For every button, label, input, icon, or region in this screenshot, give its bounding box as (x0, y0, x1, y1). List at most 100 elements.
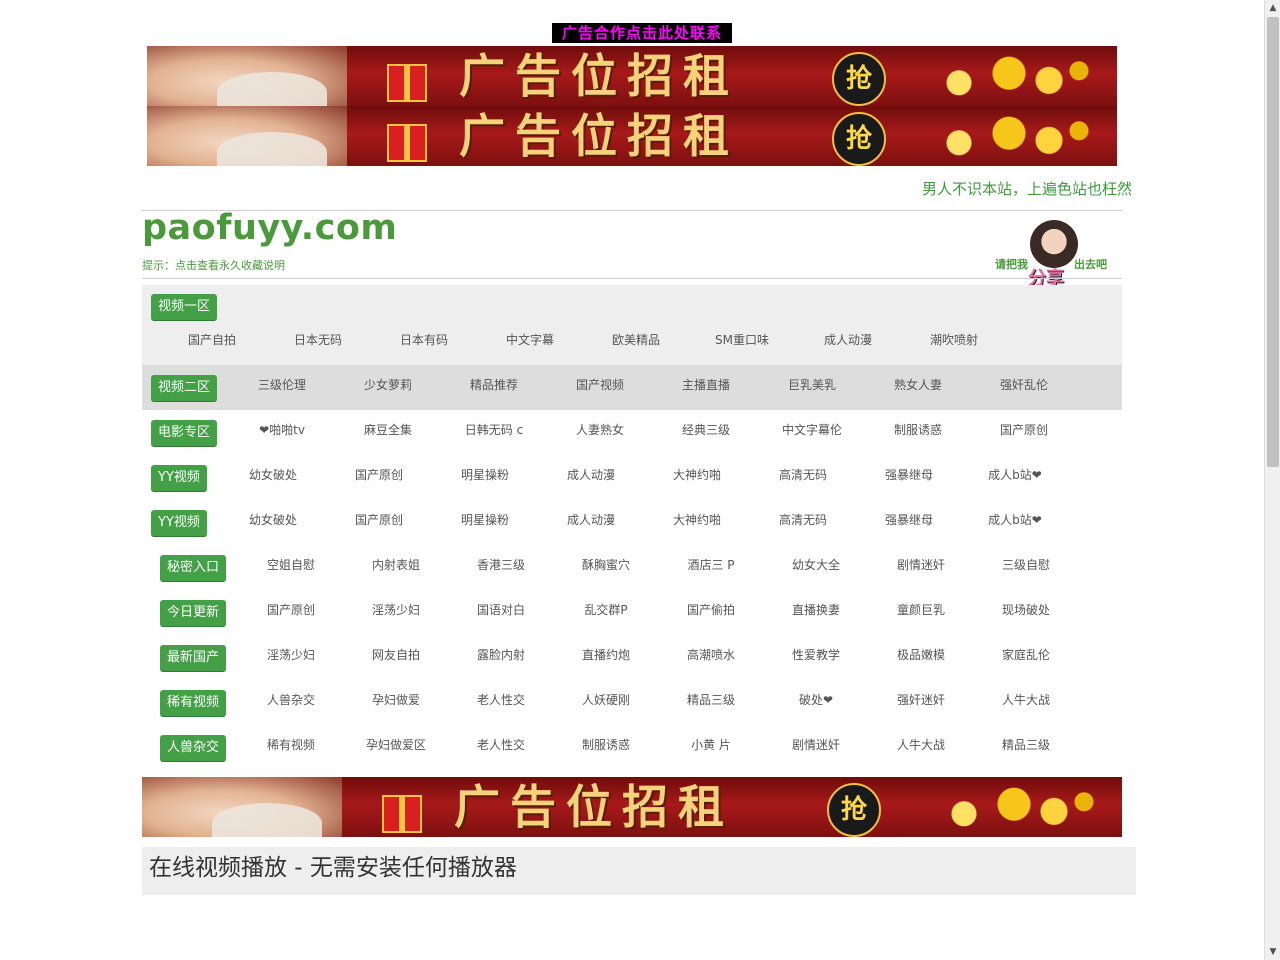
nav-link[interactable]: 人妖硬刚 (553, 690, 659, 710)
nav-link[interactable]: 少女萝莉 (335, 375, 441, 395)
nav-link[interactable]: 精品推荐 (441, 375, 547, 395)
nav-link[interactable]: 人牛大战 (868, 735, 974, 755)
nav-link[interactable]: 强暴继母 (856, 510, 962, 530)
nav-link[interactable]: 经典三级 (653, 420, 759, 440)
nav-link[interactable]: 国产原创 (971, 420, 1077, 440)
nav-link[interactable]: 欧美精品 (583, 330, 689, 350)
ad-banner-3[interactable]: 广告位招租 抢 (142, 777, 1122, 837)
ad-banner-1[interactable]: 广告位招租 抢 (147, 46, 1117, 106)
scrollbar-thumb[interactable] (1267, 17, 1279, 467)
nav-link[interactable]: 强暴继母 (856, 465, 962, 485)
nav-link[interactable]: 孕妇做爱区 (343, 735, 449, 755)
nav-link[interactable]: 制服诱惑 (865, 420, 971, 440)
category-button[interactable]: 视频一区 (151, 294, 218, 321)
nav-link[interactable]: 强奸乱伦 (971, 375, 1077, 395)
nav-link[interactable]: 老人性交 (448, 690, 554, 710)
nav-link[interactable]: 明星操粉 (432, 465, 538, 485)
nav-link[interactable]: 中文字幕 (477, 330, 583, 350)
nav-link[interactable]: 日本无码 (265, 330, 371, 350)
bookmark-tip-link[interactable]: 提示：点击查看永久收藏说明 (142, 257, 285, 273)
category-button[interactable]: YY视频 (151, 510, 207, 537)
nav-link[interactable]: 国产原创 (326, 465, 432, 485)
nav-link[interactable]: 人兽杂交 (238, 690, 344, 710)
nav-link[interactable]: 潮吹喷射 (901, 330, 1007, 350)
category-button[interactable]: 今日更新 (160, 600, 227, 627)
category-button[interactable]: 人兽杂交 (160, 735, 227, 762)
nav-link[interactable]: 三级伦理 (229, 375, 335, 395)
nav-link[interactable]: 明星操粉 (432, 510, 538, 530)
category-button[interactable]: 视频二区 (151, 375, 218, 402)
nav-link[interactable]: 强奸迷奸 (868, 690, 974, 710)
share-widget[interactable]: 请把我 出去吧 分享 (992, 220, 1122, 289)
nav-link[interactable]: 香港三级 (448, 555, 554, 575)
nav-link[interactable]: 老人性交 (448, 735, 554, 755)
category-button[interactable]: 秘密入口 (160, 555, 227, 582)
nav-link[interactable]: 内射表姐 (343, 555, 449, 575)
nav-link[interactable]: 精品三级 (973, 735, 1079, 755)
nav-link[interactable]: 成人动漫 (538, 510, 644, 530)
nav-link[interactable]: 国产自拍 (159, 330, 265, 350)
nav-link[interactable]: 酥胸蜜穴 (553, 555, 659, 575)
nav-link[interactable]: 网友自拍 (343, 645, 449, 665)
nav-link[interactable]: 成人b站❤ (962, 510, 1068, 530)
nav-link[interactable]: 小黄 片 (658, 735, 764, 755)
nav-link[interactable]: 直播约炮 (553, 645, 659, 665)
vertical-scrollbar[interactable]: ▲ ▼ (1264, 0, 1280, 960)
nav-link[interactable]: 人牛大战 (973, 690, 1079, 710)
nav-link[interactable]: 成人动漫 (795, 330, 901, 350)
nav-link[interactable]: 幼女破处 (220, 510, 326, 530)
nav-link[interactable]: 国产偷拍 (658, 600, 764, 620)
ad-contact-link[interactable]: 广告合作点击此处联系 (552, 23, 732, 43)
nav-link[interactable]: 制服诱惑 (553, 735, 659, 755)
nav-link[interactable]: 主播直播 (653, 375, 759, 395)
nav-link[interactable]: 巨乳美乳 (759, 375, 865, 395)
nav-link[interactable]: 日本有码 (371, 330, 477, 350)
nav-link[interactable]: 童颜巨乳 (868, 600, 974, 620)
nav-link[interactable]: 空姐自慰 (238, 555, 344, 575)
nav-link[interactable]: 直播换妻 (763, 600, 869, 620)
nav-link[interactable]: 大神约啪 (644, 465, 750, 485)
nav-link[interactable]: 日韩无码 c (441, 420, 547, 440)
scroll-up-icon[interactable]: ▲ (1265, 0, 1280, 16)
category-button[interactable]: YY视频 (151, 465, 207, 492)
nav-link[interactable]: 国产视频 (547, 375, 653, 395)
nav-link[interactable]: 高潮喷水 (658, 645, 764, 665)
nav-link[interactable]: 人妻熟女 (547, 420, 653, 440)
nav-link[interactable]: 高清无码 (750, 465, 856, 485)
nav-link[interactable]: 高清无码 (750, 510, 856, 530)
nav-link[interactable]: 孕妇做爱 (343, 690, 449, 710)
nav-link[interactable]: 破处❤ (763, 690, 869, 710)
nav-link[interactable]: 成人动漫 (538, 465, 644, 485)
nav-link[interactable]: 幼女大全 (763, 555, 869, 575)
nav-link[interactable]: 稀有视频 (238, 735, 344, 755)
nav-link[interactable]: 成人b站❤ (962, 465, 1068, 485)
nav-link[interactable]: 极品嫩模 (868, 645, 974, 665)
nav-link[interactable]: 剧情迷奸 (763, 735, 869, 755)
nav-link[interactable]: 淫荡少妇 (238, 645, 344, 665)
nav-link[interactable]: 露脸内射 (448, 645, 554, 665)
category-button[interactable]: 电影专区 (151, 420, 218, 447)
nav-link[interactable]: 麻豆全集 (335, 420, 441, 440)
site-logo[interactable]: paofuyy.com (142, 208, 397, 248)
nav-link[interactable]: 中文字幕伦 (759, 420, 865, 440)
nav-link[interactable]: 家庭乱伦 (973, 645, 1079, 665)
scroll-down-icon[interactable]: ▼ (1265, 944, 1280, 960)
nav-link[interactable]: 淫荡少妇 (343, 600, 449, 620)
nav-link[interactable]: 国产原创 (326, 510, 432, 530)
nav-link[interactable]: 大神约啪 (644, 510, 750, 530)
nav-link[interactable]: ❤啪啪tv (229, 420, 335, 440)
nav-link[interactable]: 乱交群P (553, 600, 659, 620)
nav-link[interactable]: 剧情迷奸 (868, 555, 974, 575)
category-button[interactable]: 稀有视频 (160, 690, 227, 717)
nav-link[interactable]: SM重口味 (689, 330, 795, 350)
nav-link[interactable]: 幼女破处 (220, 465, 326, 485)
category-button[interactable]: 最新国产 (160, 645, 227, 672)
nav-link[interactable]: 性爱教学 (763, 645, 869, 665)
nav-link[interactable]: 国产原创 (238, 600, 344, 620)
nav-link[interactable]: 三级自慰 (973, 555, 1079, 575)
nav-link[interactable]: 现场破处 (973, 600, 1079, 620)
nav-link[interactable]: 熟女人妻 (865, 375, 971, 395)
nav-link[interactable]: 酒店三 P (658, 555, 764, 575)
nav-link[interactable]: 国语对白 (448, 600, 554, 620)
ad-banner-2[interactable]: 广告位招租 抢 (147, 106, 1117, 166)
